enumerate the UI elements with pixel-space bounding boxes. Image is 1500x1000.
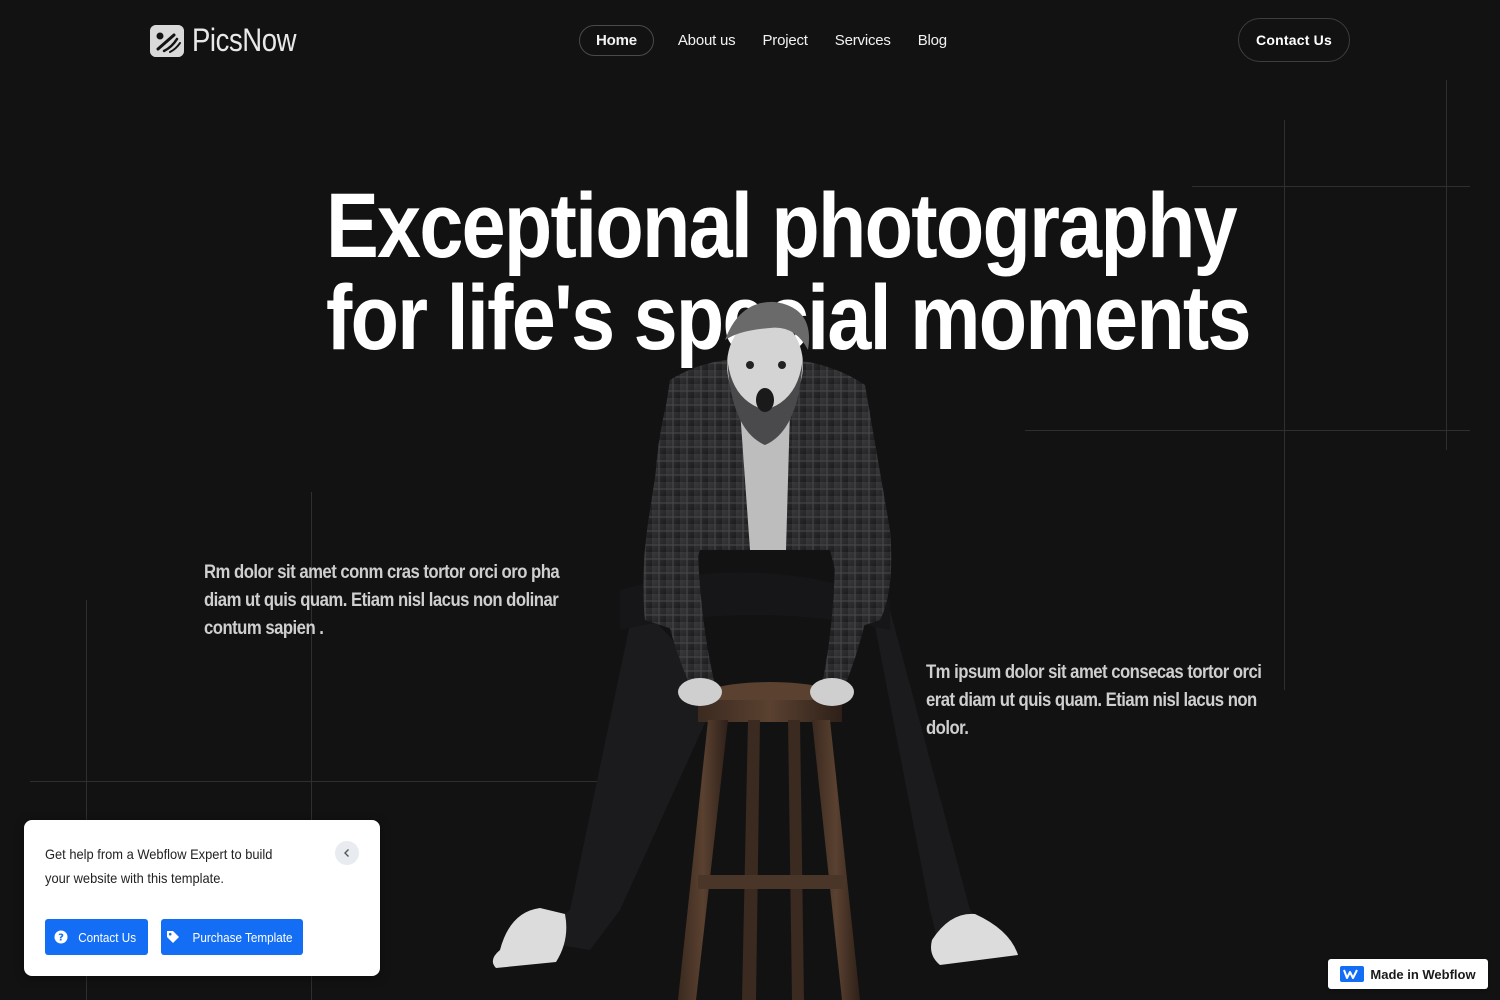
- man-on-wooden-stool-photo: [492, 301, 1018, 1000]
- hero-paragraph-right: Tm ipsum dolor sit amet consecas tortor …: [926, 662, 1262, 739]
- brand-logo[interactable]: PicsNow: [150, 22, 313, 59]
- nav-about-us[interactable]: About us: [678, 26, 736, 55]
- main-nav: Home About us Project Services Blog: [579, 25, 974, 56]
- nav-blog[interactable]: Blog: [918, 26, 947, 55]
- svg-text:?: ?: [58, 933, 64, 944]
- contact-us-button[interactable]: Contact Us: [1238, 18, 1350, 62]
- made-in-webflow-badge[interactable]: Made in Webflow: [1328, 959, 1488, 989]
- nav-home[interactable]: Home: [579, 25, 654, 56]
- brand-name: PicsNow: [192, 22, 297, 58]
- grid-line: [1025, 430, 1470, 431]
- hero-title-line-1: Exceptional photography: [326, 175, 1238, 277]
- nav-project[interactable]: Project: [762, 26, 807, 55]
- camera-lens-icon: [150, 24, 184, 57]
- grid-line: [1284, 120, 1285, 690]
- webflow-help-popup: Get help from a Webflow Expert to build …: [24, 820, 380, 976]
- popup-contact-us-button[interactable]: ? Contact Us: [45, 919, 148, 955]
- hero-paragraph-left: Rm dolor sit amet conm cras tortor orci …: [204, 562, 560, 639]
- popup-contact-label: Contact Us: [78, 929, 136, 945]
- popup-message: Get help from a Webflow Expert to build …: [45, 846, 273, 886]
- chevron-left-icon[interactable]: [335, 841, 359, 865]
- page: PicsNow Home About us Project Services B…: [0, 0, 1500, 1000]
- nav-services[interactable]: Services: [835, 26, 891, 55]
- webflow-logo-icon: [1340, 966, 1365, 982]
- webflow-badge-label: Made in Webflow: [1370, 966, 1476, 982]
- grid-line: [1446, 80, 1447, 450]
- question-circle-icon: ?: [54, 930, 68, 944]
- tag-icon: [166, 931, 179, 943]
- purchase-template-button[interactable]: Purchase Template: [161, 919, 303, 955]
- purchase-template-label: Purchase Template: [192, 929, 293, 945]
